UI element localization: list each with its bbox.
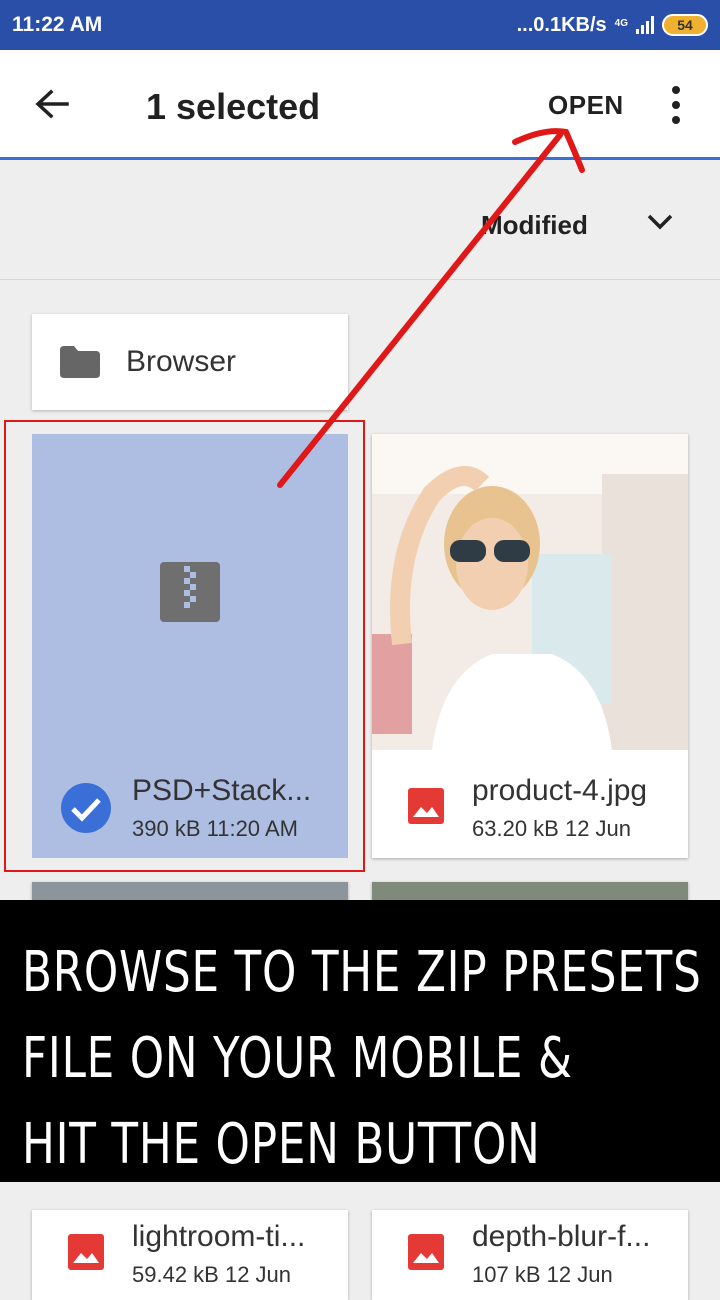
arrow-back-icon bbox=[35, 89, 69, 118]
image-thumbnail bbox=[372, 434, 688, 750]
file-size: 59.42 kB bbox=[132, 1262, 219, 1287]
network-speed: ...0.1KB/s bbox=[516, 13, 607, 36]
status-bar: 11:22 AM ...0.1KB/s 4G 54 bbox=[0, 0, 720, 50]
signal-icon bbox=[636, 16, 654, 34]
network-type: 4G bbox=[614, 17, 628, 29]
file-date: 12 Jun bbox=[564, 816, 632, 841]
battery-icon: 54 bbox=[662, 14, 708, 36]
folder-browser[interactable]: Browser bbox=[32, 314, 348, 410]
file-size: 63.20 kB bbox=[472, 816, 559, 841]
file-date: 12 Jun bbox=[224, 1262, 292, 1287]
file-card[interactable]: lightroom-ti... 59.42 kB 12 Jun bbox=[32, 1210, 348, 1300]
app-toolbar: 1 selected OPEN bbox=[0, 50, 720, 160]
image-icon bbox=[408, 788, 444, 824]
open-button[interactable]: OPEN bbox=[548, 90, 624, 121]
file-card[interactable]: depth-blur-f... 107 kB 12 Jun bbox=[372, 1210, 688, 1300]
file-card[interactable]: product-4.jpg 63.20 kB 12 Jun bbox=[372, 434, 688, 858]
battery-level: 54 bbox=[677, 17, 693, 33]
banner-line: FILE ON YOUR MOBILE & bbox=[22, 1026, 573, 1091]
instruction-banner: BROWSE TO THE ZIP PRESETS FILE ON YOUR M… bbox=[0, 900, 720, 1182]
banner-line: HIT THE OPEN BUTTON bbox=[22, 1112, 541, 1177]
file-size: 107 kB bbox=[472, 1262, 541, 1287]
file-name: lightroom-ti... bbox=[132, 1220, 306, 1253]
folder-name: Browser bbox=[126, 345, 237, 378]
status-indicators: ...0.1KB/s 4G 54 bbox=[517, 14, 708, 37]
sort-dropdown[interactable]: Modified bbox=[481, 210, 588, 241]
file-info: 63.20 kB 12 Jun bbox=[472, 816, 631, 842]
image-icon bbox=[68, 1234, 104, 1270]
file-date: 12 Jun bbox=[546, 1262, 613, 1287]
status-time: 11:22 AM bbox=[12, 13, 103, 36]
image-icon bbox=[408, 1234, 444, 1270]
file-name: depth-blur-f... bbox=[472, 1220, 651, 1253]
more-options-button[interactable] bbox=[664, 86, 688, 124]
banner-line: BROWSE TO THE ZIP PRESETS bbox=[22, 940, 702, 1005]
more-vert-icon bbox=[672, 86, 680, 94]
page-title: 1 selected bbox=[146, 86, 321, 127]
chevron-down-icon[interactable] bbox=[646, 213, 674, 231]
file-name: product-4.jpg bbox=[472, 774, 648, 807]
back-button[interactable] bbox=[0, 49, 104, 159]
folder-icon bbox=[60, 346, 100, 378]
sort-bar: Modified bbox=[0, 163, 720, 280]
file-info: 59.42 kB 12 Jun bbox=[132, 1262, 291, 1288]
file-info: 107 kB 12 Jun bbox=[472, 1262, 613, 1288]
annotation-highlight-box bbox=[4, 420, 365, 872]
